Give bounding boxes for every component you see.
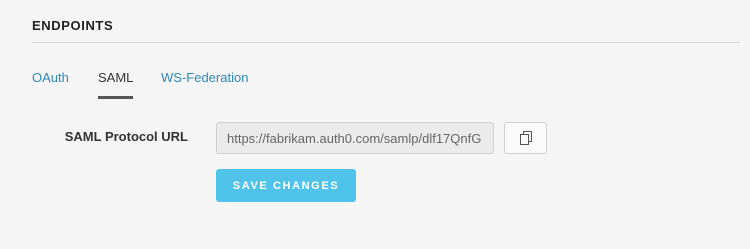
tab-saml[interactable]: SAML [98, 70, 134, 99]
saml-protocol-url-label: SAML Protocol URL [64, 129, 188, 144]
section-title: ENDPOINTS [32, 18, 114, 33]
section-divider [32, 42, 740, 43]
tab-ws-federation[interactable]: WS-Federation [161, 70, 248, 85]
active-tab-indicator [98, 96, 134, 99]
copy-icon [520, 131, 532, 145]
tab-oauth[interactable]: OAuth [32, 70, 69, 85]
saml-protocol-url-input[interactable] [216, 122, 494, 154]
tab-saml-label: SAML [98, 70, 134, 85]
save-changes-button[interactable]: SAVE CHANGES [216, 169, 356, 202]
copy-url-button[interactable] [504, 122, 547, 154]
